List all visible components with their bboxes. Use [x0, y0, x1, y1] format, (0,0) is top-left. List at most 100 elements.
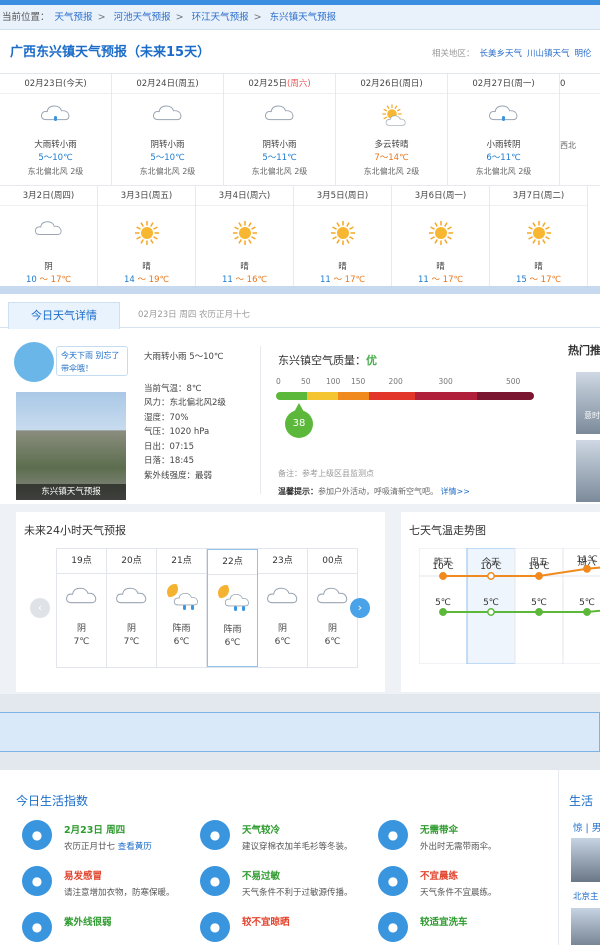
hot-recommend-title: 热门推	[568, 344, 600, 357]
life-index-text: 天气条件不利于过敏源传播。	[242, 886, 353, 898]
day-weekday: (周日)	[399, 79, 423, 89]
life-index-item[interactable]: ● 易发感冒 请注意增加衣物，防寒保暖。	[22, 866, 202, 910]
aqi-note: 备注：参考上级区县监测点	[278, 469, 374, 478]
day-date: 02月23日(今天)	[0, 74, 111, 94]
day-desc: 晴	[142, 262, 151, 272]
day-date-text: 02月27日	[472, 79, 511, 89]
related-link[interactable]: 明伦	[575, 49, 592, 59]
forecast-day[interactable]: 3月5日(周日) 晴 11 ～ 17℃	[294, 186, 392, 286]
day-temp: 5～10℃	[38, 153, 73, 163]
aqi-title: 东兴镇空气质量：优	[278, 352, 377, 368]
life-index-item[interactable]: ● 较适宜洗车	[378, 912, 558, 945]
forecast-day[interactable]: 3月7日(周二) 晴 15 ～ 17℃	[490, 186, 588, 286]
forecast-day-partial	[588, 186, 600, 286]
sun-icon	[196, 206, 293, 261]
forecast-day[interactable]: 3月4日(周六) 晴 11 ～ 16℃	[196, 186, 294, 286]
forecast-day[interactable]: 02月26日(周日) 多云转晴 7～14℃ 东北偏北风 2级	[336, 74, 448, 185]
forecast-day[interactable]: 02月24日(周五) 阴转小雨 5～10℃ 东北偏北风 2级	[112, 74, 224, 185]
life-index-item[interactable]: ● 天气较冷 建议穿棉衣加羊毛衫等冬装。	[200, 820, 380, 864]
aqi-value-marker: 38	[285, 403, 313, 438]
hot-news-thumb[interactable]: 意时	[576, 372, 600, 434]
breadcrumb-huanjiang[interactable]: 环江天气预报	[192, 12, 249, 23]
day-temp-high: 19℃	[148, 275, 170, 285]
breadcrumb-weather[interactable]: 天气预报	[55, 12, 93, 23]
breadcrumb-separator: >	[97, 12, 106, 23]
day-date: 02月26日(周日)	[336, 74, 447, 94]
aqi-tick: 50	[301, 377, 311, 386]
life-index-head: 2月23日 周四	[64, 825, 126, 836]
life-index-item[interactable]: ● 2月23日 周四 农历正月廿七 查看黄历	[22, 820, 202, 864]
life-index-item[interactable]: ● 不易过敏 天气条件不利于过敏源传播。	[200, 866, 380, 910]
life-index-item[interactable]: ● 较不宜晾晒	[200, 912, 380, 945]
day-temp: 6～11℃	[486, 153, 521, 163]
hour-desc: 阵雨	[223, 625, 242, 635]
current-wind: 风力：东北偏北风2级	[144, 398, 226, 408]
life-index-head: 较适宜洗车	[420, 917, 468, 928]
life-index-desc: 外出时无需带雨伞。	[420, 842, 497, 852]
high-temp-label: 11℃	[576, 555, 598, 565]
town-photo[interactable]: 东兴镇天气预报	[16, 392, 126, 500]
day-date: 3月5日(周日)	[294, 186, 391, 206]
tab-today-detail[interactable]: 今日天气详情	[8, 302, 120, 329]
current-sunset: 日落：18:45	[144, 456, 194, 466]
aqi-tick: 200	[388, 377, 403, 386]
forecast-day[interactable]: 02月25日(周六) 阴转小雨 5～11℃ 东北偏北风 2级	[224, 74, 336, 185]
breadcrumb-hechi[interactable]: 河池天气预报	[114, 12, 171, 23]
side-thumb[interactable]	[571, 838, 600, 882]
day-wind: 西北	[560, 141, 576, 150]
hourly-cell[interactable]: 19点 阴 7℃	[57, 549, 107, 667]
aqi-segment	[368, 392, 416, 400]
today-lunar-date: 02月23日 周四 农历正月十七	[138, 310, 251, 320]
cloudy-icon	[57, 574, 106, 619]
aqi-title-text: 东兴镇空气质量：	[278, 354, 366, 367]
hourly-next-button[interactable]: ›	[350, 598, 370, 618]
hot-news-thumb[interactable]	[576, 440, 600, 502]
hourly-title: 未来24小时天气预报	[24, 524, 126, 537]
life-index-item[interactable]: ● 无需带伞 外出时无需带雨伞。	[378, 820, 558, 864]
almanac-link[interactable]: 查看黄历	[118, 842, 152, 852]
ad-banner[interactable]	[0, 712, 600, 752]
hot-news-caption: 意时	[584, 411, 600, 420]
life-index-head: 无需带伞	[420, 825, 459, 836]
high-temp-point	[583, 564, 591, 573]
side-thumb[interactable]	[571, 908, 600, 945]
day-date: 3月2日(周四)	[0, 186, 97, 206]
hourly-prev-button[interactable]: ‹	[30, 598, 50, 618]
day-wind: 东北偏北风 2级	[363, 167, 420, 176]
low-temp-point	[535, 608, 543, 616]
related-link[interactable]: 川山镇天气	[527, 49, 570, 59]
day-wind: 东北偏北风 2级	[251, 167, 308, 176]
forecast-day[interactable]: 0 西北	[560, 74, 600, 185]
weekly-title: 七天气温走势图	[409, 524, 486, 537]
hourly-cell[interactable]: 22点 阵雨 6℃	[207, 549, 258, 667]
aqi-color-bar	[276, 392, 534, 400]
forecast-day[interactable]: 02月23日(今天) 大雨转小雨 5～10℃ 东北偏北风 2级	[0, 74, 112, 185]
hourly-cell[interactable]: 23点 阴 6℃	[258, 549, 308, 667]
forecast-day[interactable]: 02月27日(周一) 小雨转阴 6～11℃ 东北偏北风 2级	[448, 74, 560, 185]
breadcrumb-dongxing[interactable]: 东兴镇天气预报	[270, 12, 337, 23]
breadcrumb-separator: >	[175, 12, 184, 23]
life-index-item[interactable]: ● 紫外线很弱	[22, 912, 202, 945]
day-date-text: 02月24日	[136, 79, 175, 89]
life-index-text: 农历正月廿七 查看黄历	[64, 840, 152, 852]
hourly-cell[interactable]: 21点 阵雨 6℃	[157, 549, 207, 667]
life-index-head: 不易过敏	[242, 871, 281, 882]
umbrella-tip-bubble: 今天下雨 别忘了带伞哦！	[56, 346, 128, 376]
day-temp-low: 15	[515, 275, 527, 285]
high-temp-point	[487, 572, 495, 580]
aqi-tick: 500	[506, 377, 521, 386]
forecast-day[interactable]: 3月3日(周五) 晴 14 ～ 19℃	[98, 186, 196, 286]
aqi-details-link[interactable]: 详情>>	[441, 487, 470, 496]
hourly-grid: 19点 阴 7℃ 20点 阴 7℃ 21点 阵雨 6℃ 22点 阵雨 6℃ 23点 阴 …	[56, 548, 358, 668]
life-index-item[interactable]: ● 不宜晨练 天气条件不宜晨练。	[378, 866, 558, 910]
life-index-text: 外出时无需带雨伞。	[420, 840, 497, 852]
day-date: 02月25日(周六)	[224, 74, 335, 94]
forecast-day[interactable]: 3月6日(周一) 晴 11 ～ 17℃	[392, 186, 490, 286]
side-link[interactable]: 北京主	[573, 890, 599, 902]
photo-caption: 东兴镇天气预报	[16, 484, 126, 500]
related-link[interactable]: 长美乡天气	[480, 49, 523, 59]
side-sub-links[interactable]: 惊 | 男	[573, 820, 600, 834]
high-temp-point	[535, 572, 543, 580]
forecast-day[interactable]: 3月2日(周四) 阴 10 ～ 17℃	[0, 186, 98, 286]
hourly-cell[interactable]: 20点 阴 7℃	[107, 549, 157, 667]
